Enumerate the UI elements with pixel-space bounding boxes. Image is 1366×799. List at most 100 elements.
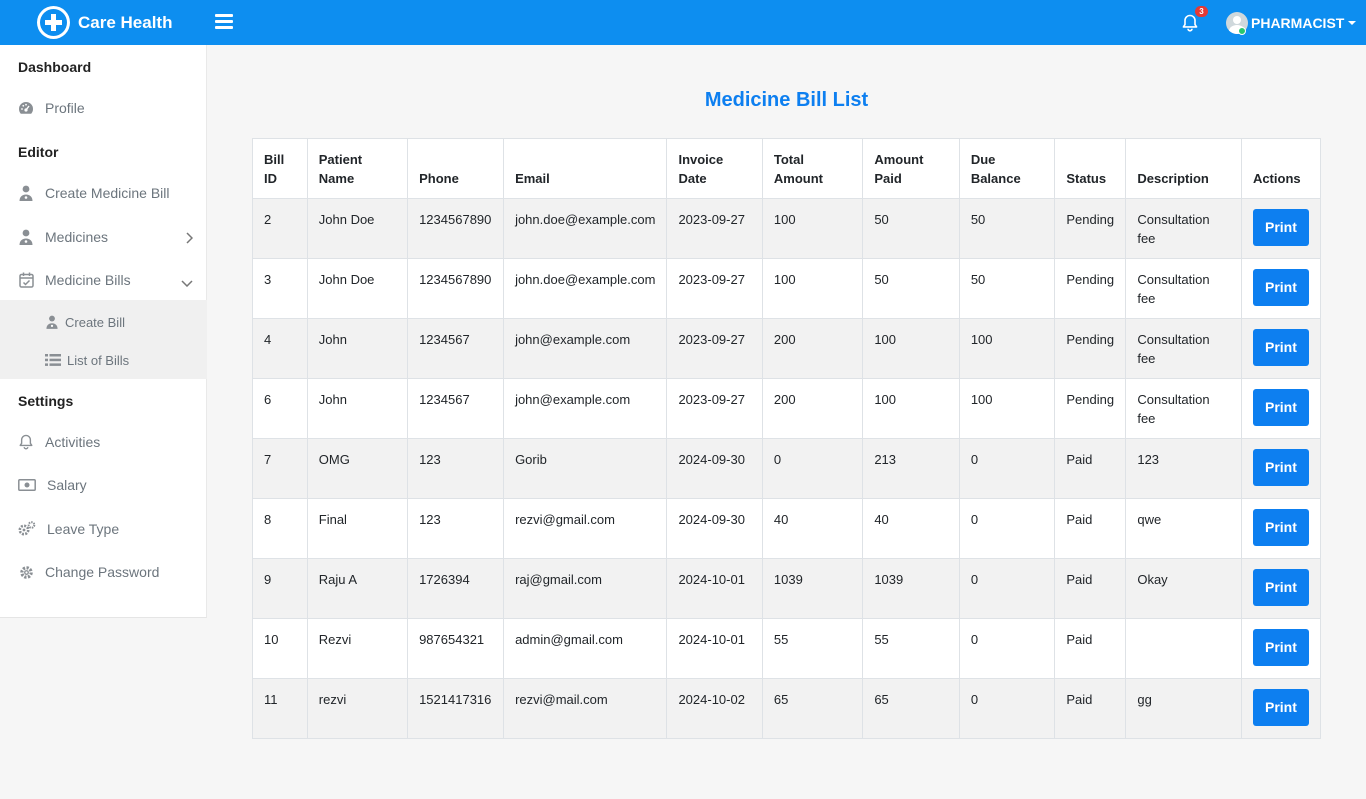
sidebar-item-medicine-bills[interactable]: Medicine Bills (0, 262, 207, 298)
phone-cell: 1234567 (407, 378, 505, 439)
sidebar-section-settings: Settings (18, 393, 74, 409)
sidebar-item-activities[interactable]: Activities (0, 424, 207, 460)
table-row: 2 John Doe 1234567890 john.doe@example.com 2… (252, 198, 1322, 259)
patient-name-cell: Rezvi (306, 618, 409, 679)
due-balance-cell: 50 (958, 258, 1056, 319)
status-cell: Paid (1054, 498, 1127, 559)
sidebar-subitem-label: Create Bill (65, 314, 125, 330)
due-balance-cell: 0 (958, 438, 1056, 499)
patient-name-cell: Final (306, 498, 409, 559)
invoice-date-cell: 2023-09-27 (666, 258, 763, 319)
bill-id-cell: 6 (252, 378, 308, 439)
print-button[interactable]: Print (1252, 569, 1309, 606)
email-cell: rezvi@gmail.com (503, 498, 668, 559)
doctor-icon (45, 315, 59, 329)
print-button[interactable]: Print (1252, 209, 1309, 246)
notification-badge: 3 (1195, 6, 1208, 17)
sidebar-item-label: Profile (45, 100, 85, 116)
status-cell: Paid (1054, 558, 1127, 619)
gears-icon (18, 521, 36, 537)
sidebar-item-leave-type[interactable]: Leave Type (0, 511, 207, 547)
amount-paid-cell: 100 (862, 378, 960, 439)
invoice-date-cell: 2024-09-30 (666, 498, 763, 559)
table-row: 8 Final 123 rezvi@gmail.com 2024-09-30 40 40 0 P… (252, 498, 1322, 559)
print-button[interactable]: Print (1252, 269, 1309, 306)
invoice-date-cell: 2024-09-30 (666, 438, 763, 499)
column-header: Amount Paid (862, 138, 960, 199)
status-cell: Paid (1054, 678, 1127, 739)
table-row: 9 Raju A 1726394 raj@gmail.com 2024-10-01 103… (252, 558, 1322, 619)
description-cell: Consultation fee (1125, 318, 1242, 379)
print-button[interactable]: Print (1252, 449, 1309, 486)
sidebar-subitem-label: List of Bills (67, 352, 130, 368)
sidebar-item-label: Medicines (45, 229, 109, 245)
bell-icon[interactable] (1182, 14, 1200, 32)
phone-cell: 1234567890 (407, 198, 505, 259)
total-amount-cell: 40 (761, 498, 864, 559)
user-role: PHARMACIST (1251, 15, 1345, 31)
email-cell: john@example.com (503, 378, 668, 439)
due-balance-cell: 0 (958, 618, 1056, 679)
sidebar-subitem-list-of-bills[interactable]: List of Bills (0, 345, 207, 375)
hamburger-menu-icon[interactable] (215, 14, 233, 30)
sidebar-section-editor: Editor (18, 144, 59, 160)
actions-cell: Print (1240, 258, 1322, 319)
money-bill-icon (18, 477, 36, 493)
sidebar-item-label: Create Medicine Bill (45, 185, 170, 201)
column-header: Email (503, 138, 668, 199)
sidebar-item-salary[interactable]: Salary (0, 467, 207, 503)
description-cell: qwe (1125, 498, 1242, 559)
bill-id-cell: 8 (252, 498, 308, 559)
sidebar-item-profile[interactable]: Profile (0, 90, 207, 126)
sidebar-item-medicines[interactable]: Medicines (0, 219, 207, 255)
description-cell: Consultation fee (1125, 258, 1242, 319)
total-amount-cell: 55 (761, 618, 864, 679)
table-body: 2 John Doe 1234567890 john.doe@example.com 2… (252, 198, 1322, 739)
email-cell: john.doe@example.com (503, 198, 668, 259)
total-amount-cell: 1039 (761, 558, 864, 619)
total-amount-cell: 65 (761, 678, 864, 739)
invoice-date-cell: 2023-09-27 (666, 318, 763, 379)
print-button[interactable]: Print (1252, 329, 1309, 366)
bell-icon (18, 434, 34, 450)
print-button[interactable]: Print (1252, 509, 1309, 546)
bill-id-cell: 11 (252, 678, 308, 739)
sidebar-subitem-create-bill[interactable]: Create Bill (0, 307, 207, 337)
actions-cell: Print (1240, 198, 1322, 259)
chevron-down-icon (181, 274, 193, 290)
actions-cell: Print (1240, 558, 1322, 619)
amount-paid-cell: 40 (862, 498, 960, 559)
bill-id-cell: 3 (252, 258, 308, 319)
brand-name: Care Health (78, 12, 173, 32)
print-button[interactable]: Print (1252, 689, 1309, 726)
column-header: Description (1125, 138, 1242, 199)
due-balance-cell: 0 (958, 678, 1056, 739)
due-balance-cell: 100 (958, 378, 1056, 439)
sidebar-item-create-medicine-bill[interactable]: Create Medicine Bill (0, 175, 207, 211)
column-header: Total Amount (761, 138, 864, 199)
medical-cross-logo-icon (37, 6, 70, 39)
column-header: Actions (1240, 138, 1322, 199)
description-cell (1125, 618, 1242, 679)
print-button[interactable]: Print (1252, 629, 1309, 666)
column-header: Phone (407, 138, 505, 199)
status-cell: Pending (1054, 258, 1127, 319)
print-button[interactable]: Print (1252, 389, 1309, 426)
table-row: 4 John 1234567 john@example.com 2023-09-27 20… (252, 318, 1322, 379)
phone-cell: 123 (407, 498, 505, 559)
due-balance-cell: 0 (958, 498, 1056, 559)
table-row: 11 rezvi 1521417316 rezvi@mail.com 2024-10-0… (252, 678, 1322, 739)
amount-paid-cell: 50 (862, 198, 960, 259)
status-cell: Pending (1054, 318, 1127, 379)
due-balance-cell: 50 (958, 198, 1056, 259)
phone-cell: 987654321 (407, 618, 505, 679)
status-cell: Paid (1054, 618, 1127, 679)
patient-name-cell: John Doe (306, 198, 409, 259)
page-title: Medicine Bill List (704, 89, 869, 111)
brand[interactable]: Care Health (37, 6, 172, 39)
column-header: Patient Name (306, 138, 409, 199)
phone-cell: 1521417316 (407, 678, 505, 739)
sidebar-item-change-password[interactable]: Change Password (0, 554, 207, 590)
status-cell: Pending (1054, 378, 1127, 439)
phone-cell: 1726394 (407, 558, 505, 619)
